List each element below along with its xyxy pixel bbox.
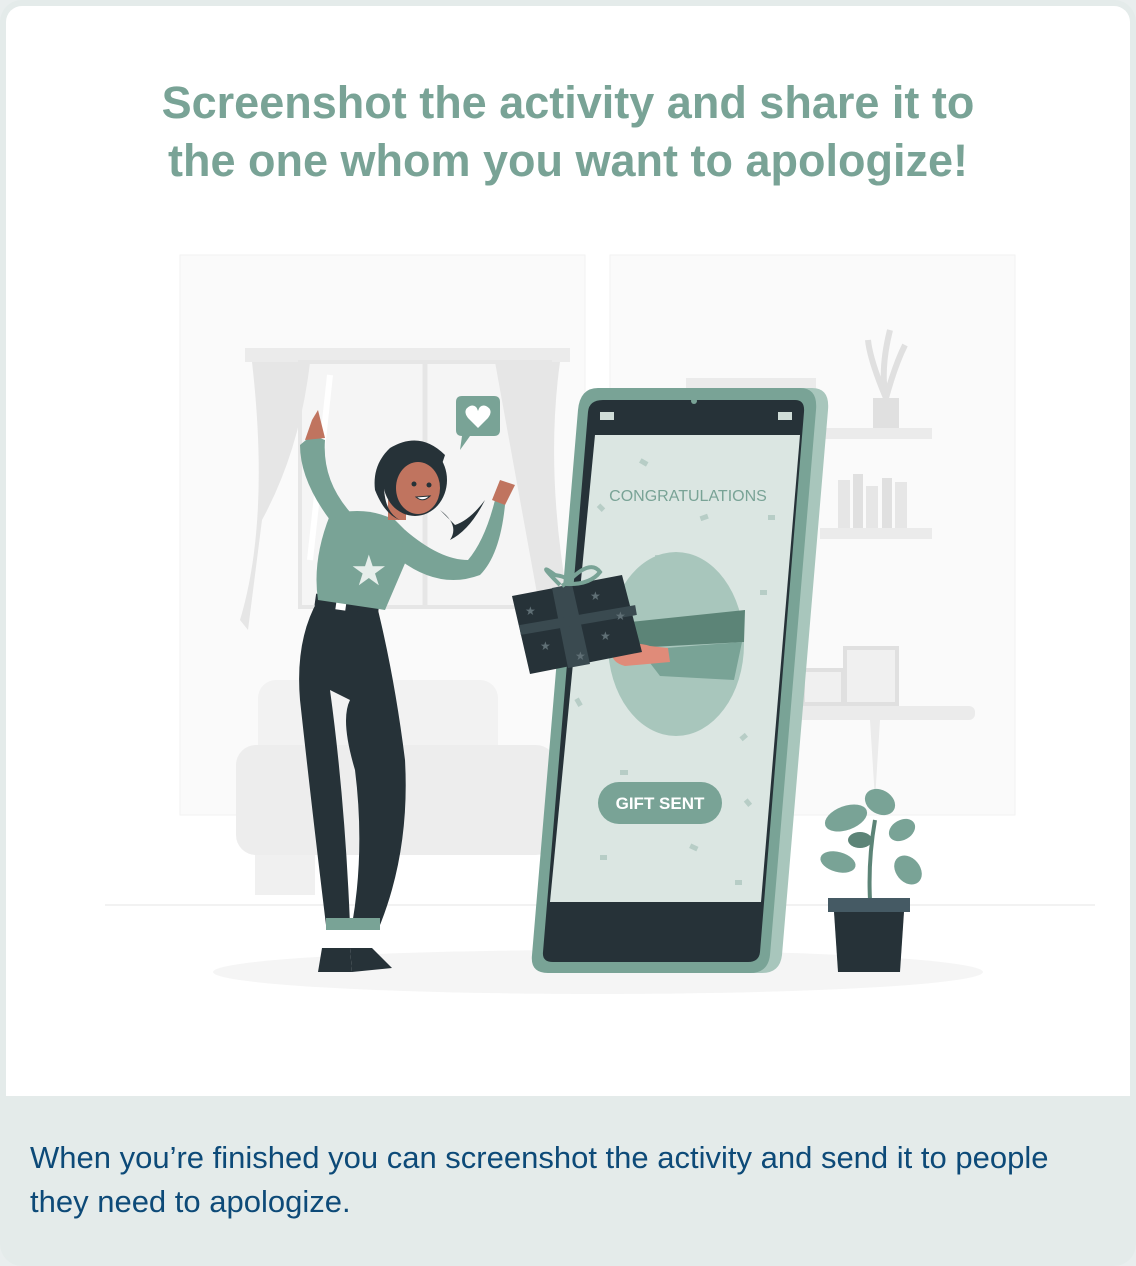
svg-text:★: ★ xyxy=(600,629,611,643)
apology-gift-illustration: CONGRATULATIONS GIFT SENT ★ ★ ★ ★ ★ ★ ★ xyxy=(105,254,1095,994)
gift-sent-label: GIFT SENT xyxy=(616,794,705,813)
footer-instruction: When you’re finished you can screenshot … xyxy=(30,1140,1049,1219)
svg-text:★: ★ xyxy=(590,589,601,603)
smartphone xyxy=(531,388,829,973)
svg-text:★: ★ xyxy=(350,546,388,595)
svg-text:★: ★ xyxy=(575,649,586,663)
svg-text:★: ★ xyxy=(540,639,551,653)
activity-card: Screenshot the activity and share it to … xyxy=(0,0,1136,1266)
svg-text:★: ★ xyxy=(615,609,626,623)
phone-congratulations-text: CONGRATULATIONS xyxy=(609,488,767,505)
svg-text:★: ★ xyxy=(525,604,536,618)
